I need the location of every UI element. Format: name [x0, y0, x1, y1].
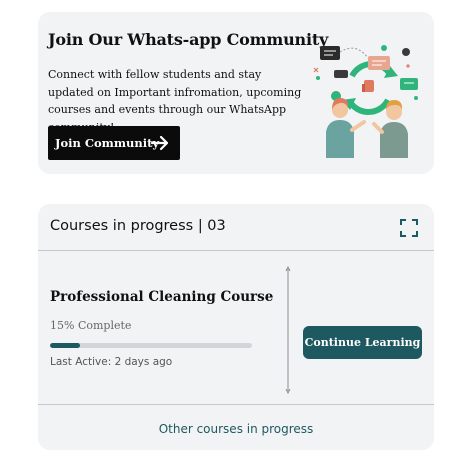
- join-community-button[interactable]: Join Community: [48, 126, 180, 160]
- course-progress-text: 15% Complete: [50, 319, 132, 332]
- arrow-right-icon: [150, 135, 169, 151]
- courses-header-title: Courses in progress | 03: [50, 218, 226, 234]
- community-illustration: [313, 45, 418, 158]
- courses-in-progress-card: Courses in progress | 03 Professional Cl…: [38, 204, 434, 450]
- course-progress-fill: [50, 343, 81, 348]
- courses-header: Courses in progress | 03: [38, 204, 434, 251]
- courses-footer: Other courses in progress: [38, 404, 434, 450]
- expand-icon[interactable]: [400, 219, 418, 237]
- community-card: Join Our Whats-app Community Connect wit…: [38, 12, 434, 174]
- course-title: Professional Cleaning Course: [50, 289, 274, 305]
- community-title: Join Our Whats-app Community: [48, 30, 329, 49]
- course-progress-bar: [50, 343, 252, 348]
- join-community-label: Join Community: [55, 136, 160, 150]
- other-courses-link[interactable]: Other courses in progress: [38, 422, 434, 436]
- vertical-divider: [285, 266, 291, 394]
- continue-learning-button[interactable]: Continue Learning: [303, 326, 422, 359]
- course-last-active: Last Active: 2 days ago: [50, 356, 173, 368]
